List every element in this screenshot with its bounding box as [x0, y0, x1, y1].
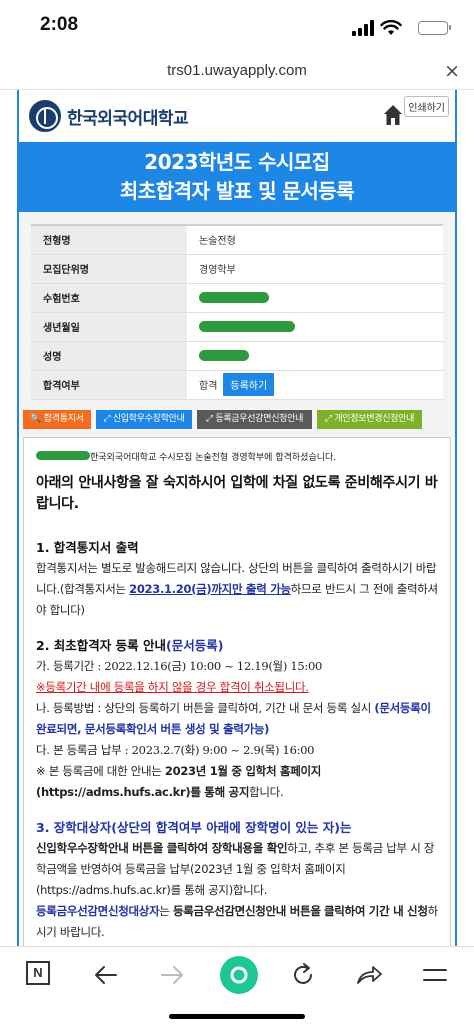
- table-row: 모집단위명 경영학부: [31, 254, 443, 284]
- section-2-period: 가. 등록기간 : 2022.12.16(금) 10:00 ~ 12.19(월)…: [36, 658, 323, 673]
- share-icon[interactable]: [354, 961, 384, 989]
- table-row: 합격여부 합격 등록하기: [31, 370, 443, 400]
- site-name: 한국외국어대학교: [67, 109, 189, 129]
- home-indicator: [169, 1014, 305, 1019]
- green-dot-home-icon[interactable]: [219, 955, 259, 995]
- row-label: 생년월일: [31, 312, 187, 342]
- row-value: 합격 등록하기: [187, 370, 443, 400]
- banner-line-1: 2023학년도 수시모집: [144, 150, 330, 174]
- banner-line-2: 최초합격자 발표 및 문서등록: [119, 179, 355, 203]
- section-2-title: 2. 최초합격자 등록 안내(문서등록): [36, 637, 224, 653]
- battery-icon: [418, 21, 451, 35]
- close-icon[interactable]: ×: [444, 60, 460, 82]
- applicant-info-table: 전형명 논술전형 모집단위명 경영학부 수험번호 생년월일 성명 합격여부 합격…: [31, 224, 443, 400]
- row-value-redacted: [187, 283, 443, 313]
- applicant-info: 전형명 논술전형 모집단위명 경영학부 수험번호 생년월일 성명 합격여부 합격…: [19, 212, 455, 410]
- url-text[interactable]: trs01.uwayapply.com: [0, 62, 474, 79]
- status-bar: 2:08: [0, 0, 474, 56]
- row-value: 논술전형: [187, 225, 443, 255]
- section-2-warning: ※등록기간 내에 등록을 하지 않을 경우 합격이 취소됩니다.: [36, 679, 309, 694]
- table-row: 성명: [31, 341, 443, 371]
- back-icon[interactable]: [92, 961, 120, 989]
- section-3-title: 3. 장학대상자(상단의 합격여부 아래에 장학명이 있는 자)는: [36, 819, 352, 835]
- status-time: 2:08: [40, 14, 79, 35]
- print-button[interactable]: 인쇄하기: [404, 96, 449, 117]
- section-1-title: 1. 합격통지서 출력: [36, 539, 139, 555]
- section-2-note: ※ 본 등록금에 대한 안내는 2023년 1월 중 입학처 홈페이지 (htt…: [36, 763, 322, 799]
- section-3-text-2: 등록금우선감면신청대상자는 등록금우선감면신청안내 버튼을 클릭하여 기간 내 …: [36, 903, 438, 939]
- signal-icon: [352, 20, 374, 36]
- row-value: 경영학부: [187, 254, 443, 284]
- web-page: 한국외국어대학교 인쇄하기 2023학년도 수시모집 최초합격자 발표 및 문서…: [17, 90, 457, 946]
- section-2-method: 나. 등록방법 : 상단의 등록하기 버튼을 클릭하여, 기간 내 문서 등록 …: [36, 700, 431, 736]
- url-bar[interactable]: trs01.uwayapply.com ×: [0, 56, 474, 90]
- page-banner: 2023학년도 수시모집 최초합격자 발표 및 문서등록: [19, 142, 455, 212]
- section-1-text: 합격통지서는 별도로 발송해드리지 않습니다. 상단의 버튼을 클릭하여 출력하…: [36, 560, 438, 617]
- row-value-redacted: [187, 312, 443, 342]
- browser-toolbar: N: [0, 946, 474, 1025]
- notice-content: 한국외국어대학교 수시모집 논술전형 경영학부에 합격하셨습니다. 아래의 안내…: [23, 436, 451, 946]
- section-2-payment: 다. 본 등록금 납부 : 2023.2.7(화) 9:00 ~ 2.9(목) …: [36, 742, 315, 757]
- row-label: 합격여부: [31, 370, 187, 400]
- row-label: 성명: [31, 341, 187, 371]
- table-row: 수험번호: [31, 283, 443, 313]
- table-row: 전형명 논술전형: [31, 225, 443, 255]
- university-logo-icon: [29, 100, 61, 132]
- n-menu-icon[interactable]: N: [26, 961, 50, 985]
- table-row: 생년월일: [31, 312, 443, 342]
- action-buttons: 🔍 합격통지서 ⤢ 신입학우수장학안내 ⤢ 등록금우선감면신청안내 ⤢ 개인정보…: [19, 409, 455, 437]
- forward-icon[interactable]: [158, 961, 186, 989]
- refresh-icon[interactable]: [289, 961, 317, 989]
- acceptance-letter-button[interactable]: 🔍 합격통지서: [23, 409, 91, 429]
- wifi-icon: [380, 20, 402, 35]
- personal-info-change-button[interactable]: ⤢ 개인정보변경신청안내: [317, 409, 422, 429]
- lead-text: 아래의 안내사항을 잘 숙지하시어 입학에 차질 없도록 준비해주시기 바랍니다…: [36, 474, 438, 512]
- greeting: 한국외국어대학교 수시모집 논술전형 경영학부에 합격하셨습니다.: [36, 450, 438, 463]
- scholarship-info-button[interactable]: ⤢ 신입학우수장학안내: [96, 409, 192, 429]
- menu-icon[interactable]: [421, 961, 449, 989]
- status-icons: [348, 20, 451, 36]
- row-label: 수험번호: [31, 283, 187, 313]
- result-text: 합격: [199, 381, 218, 392]
- row-label: 전형명: [31, 225, 187, 255]
- tuition-reduction-button[interactable]: ⤢ 등록금우선감면신청안내: [197, 409, 312, 429]
- section-3-text: 신입학우수장학안내 버튼을 클릭하여 장학내용을 확인하고, 추후 본 등록금 …: [36, 840, 435, 897]
- row-value-redacted: [187, 341, 443, 371]
- register-button[interactable]: 등록하기: [223, 373, 275, 396]
- site-header: 한국외국어대학교 인쇄하기: [19, 90, 455, 142]
- row-label: 모집단위명: [31, 254, 187, 284]
- home-icon[interactable]: [383, 104, 403, 126]
